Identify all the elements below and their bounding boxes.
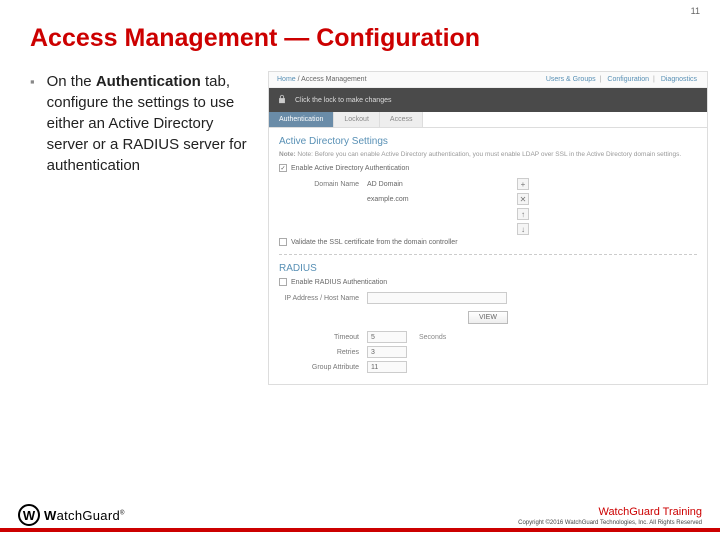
footer: W WatchGuard® WatchGuard Training Copyri… [0,504,720,532]
slide-title: Access Management — Configuration [0,0,720,61]
link-configuration[interactable]: Configuration [607,76,649,83]
retries-label: Retries [279,349,359,356]
remove-icon[interactable]: ✕ [517,193,529,205]
domain-name-label: Domain Name [279,181,359,188]
tab-access[interactable]: Access [380,112,424,127]
bullet-pre: On the [47,73,96,90]
validate-row[interactable]: Validate the SSL certificate from the do… [279,238,697,246]
footer-right: WatchGuard Training Copyright ©2016 Watc… [518,506,702,526]
host-label: IP Address / Host Name [279,295,359,302]
retries-input[interactable] [367,346,407,358]
ad-domain-header: AD Domain [367,181,507,188]
bullet-column: ▪ On the Authentication tab, configure t… [30,71,258,385]
bullet-bold: Authentication [96,73,201,90]
add-icon[interactable]: + [517,178,529,190]
timeout-row: Timeout Seconds [279,331,697,343]
logo-text: WatchGuard® [44,508,125,523]
divider [279,254,697,255]
domain-header-row: Domain Name AD Domain + [279,178,697,190]
view-row: VIEW [279,307,697,328]
bullet-text: On the Authentication tab, configure the… [47,71,258,176]
group-label: Group Attribute [279,364,359,371]
checkbox-icon[interactable]: ✓ [279,164,287,172]
top-links: Users & Groups | Configuration | Diagnosti… [544,76,699,83]
logo: W WatchGuard® [18,504,125,526]
up-icon[interactable]: ↑ [517,208,529,220]
group-input[interactable] [367,361,407,373]
radius-enable-row[interactable]: Enable RADIUS Authentication [279,278,697,286]
timeout-input[interactable] [367,331,407,343]
radius-host-row: IP Address / Host Name [279,292,697,304]
lock-bar[interactable]: Click the lock to make changes [269,88,707,112]
ad-enable-label: Enable Active Directory Authentication [291,165,409,172]
link-sep: | [653,76,655,83]
tab-lockout[interactable]: Lockout [334,112,380,127]
breadcrumb-bar: Home / Access Management Users & Groups |… [269,72,707,88]
settings-panel: Active Directory Settings Note: Note: Be… [269,128,707,384]
bullet-mark: ▪ [30,71,35,176]
down-icon[interactable]: ↓ [517,223,529,235]
radius-enable-label: Enable RADIUS Authentication [291,279,387,286]
domain-empty1: ↑ [279,208,697,220]
lock-icon [277,94,287,106]
checkbox-icon[interactable] [279,238,287,246]
screenshot-panel: Home / Access Management Users & Groups |… [268,71,708,385]
domain-empty2: ↓ [279,223,697,235]
timeout-unit: Seconds [419,334,446,341]
tab-bar: Authentication Lockout Access [269,112,707,128]
page-number: 11 [691,6,700,16]
logo-mark: W [18,504,40,526]
view-button[interactable]: VIEW [468,311,508,324]
link-diagnostics[interactable]: Diagnostics [661,76,697,83]
host-input[interactable] [367,292,507,304]
ad-enable-row[interactable]: ✓ Enable Active Directory Authentication [279,164,697,172]
domain-value-row: example.com ✕ [279,193,697,205]
lock-text: Click the lock to make changes [295,97,392,104]
ad-note: Note: Note: Before you can enable Active… [279,151,697,158]
link-sep: | [600,76,602,83]
training-label: WatchGuard Training [518,506,702,518]
radius-section-title: RADIUS [279,263,697,274]
tab-authentication[interactable]: Authentication [269,112,334,127]
ad-section-title: Active Directory Settings [279,136,697,147]
timeout-label: Timeout [279,334,359,341]
crumb-sep: / [298,76,300,83]
retries-row: Retries [279,346,697,358]
validate-label: Validate the SSL certificate from the do… [291,239,458,246]
bullet-item: ▪ On the Authentication tab, configure t… [30,71,258,176]
domain-value: example.com [367,196,507,203]
crumb-current: Access Management [301,76,366,83]
footer-accent [0,528,720,532]
group-row: Group Attribute [279,361,697,373]
content-area: ▪ On the Authentication tab, configure t… [0,61,720,385]
breadcrumb: Home / Access Management [277,76,367,83]
link-users-groups[interactable]: Users & Groups [546,76,596,83]
copyright: Copyright ©2016 WatchGuard Technologies,… [518,520,702,526]
checkbox-icon[interactable] [279,278,287,286]
crumb-home[interactable]: Home [277,76,296,83]
ad-note-text: Note: Before you can enable Active Direc… [297,151,681,158]
